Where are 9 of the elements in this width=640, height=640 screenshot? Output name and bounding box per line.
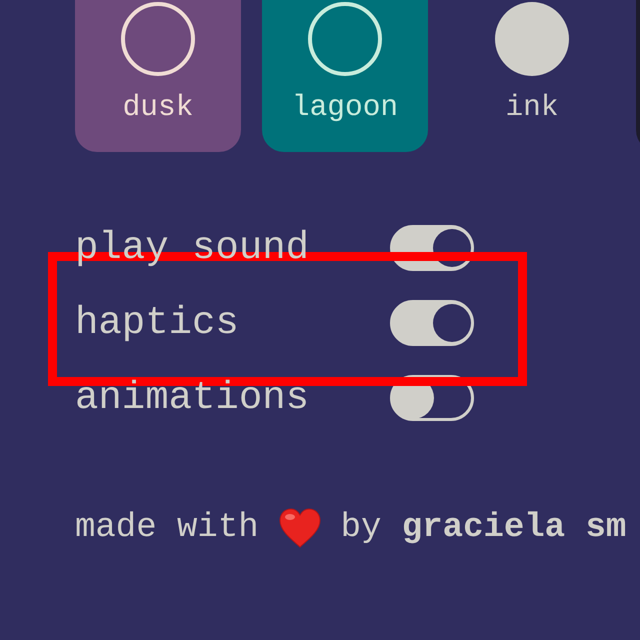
toggle-switch[interactable] bbox=[390, 300, 474, 346]
setting-label: animations bbox=[75, 376, 310, 420]
footer-text: made with bbox=[75, 508, 259, 548]
footer-credit: by graciela sm bbox=[340, 508, 626, 548]
theme-option[interactable]: ink bbox=[449, 0, 615, 152]
heart-icon bbox=[278, 508, 321, 548]
theme-option[interactable]: dusk bbox=[75, 0, 241, 152]
theme-option[interactable]: lagoon bbox=[262, 0, 428, 152]
setting-label: haptics bbox=[75, 300, 239, 344]
